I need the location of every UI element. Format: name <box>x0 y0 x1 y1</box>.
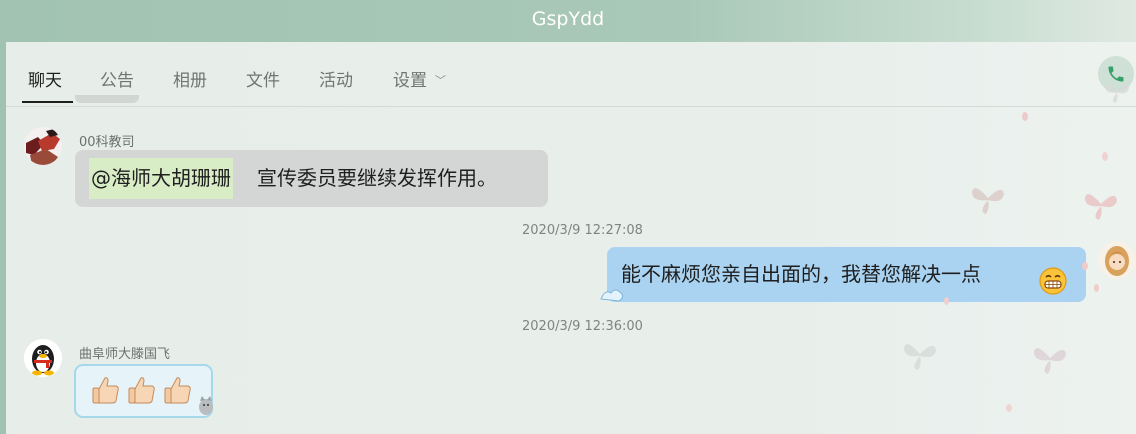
thumbs-up-icon <box>128 377 155 404</box>
window-title: GspYdd <box>0 0 1136 42</box>
message-bubble[interactable]: @海师大胡珊珊 宣传委员要继续发挥作用。 <box>75 150 548 207</box>
tab-settings-label: 设置 <box>393 71 427 91</box>
timestamp: 2020/3/9 12:27:08 <box>522 223 643 238</box>
butterfly-decoration-icon <box>1085 194 1117 220</box>
timestamp: 2020/3/9 12:36:00 <box>522 319 643 334</box>
mention-tag[interactable]: @海师大胡珊珊 <box>89 158 233 199</box>
tab-announcements[interactable]: 公告 <box>100 66 134 91</box>
chat-window: 聊天 公告 相册 文件 活动 设置 ﹀ 00科教司 @海师大胡珊珊 宣传委员要继续… <box>6 42 1136 434</box>
chevron-down-icon: ﹀ <box>435 74 446 87</box>
avatar[interactable] <box>1098 241 1136 279</box>
message-text: 能不麻烦您亲自出面的，我替您解决一点 <box>621 262 981 286</box>
avatar[interactable] <box>24 339 62 377</box>
petal-decoration <box>1102 152 1108 161</box>
butterfly-decoration-icon <box>972 188 1004 214</box>
butterfly-decoration-icon <box>1105 83 1129 103</box>
avatar[interactable] <box>24 127 62 165</box>
petal-decoration <box>1094 284 1099 292</box>
butterfly-decoration-icon <box>904 344 936 370</box>
sender-name: 00科教司 <box>79 135 135 150</box>
previous-message-edge <box>75 95 139 103</box>
thumbs-up-icon <box>164 377 191 404</box>
active-tab-underline <box>22 101 73 103</box>
bubble-cat-decoration-icon <box>199 396 213 415</box>
tab-album[interactable]: 相册 <box>173 66 207 91</box>
penguin-avatar-icon <box>24 339 62 377</box>
tab-chat[interactable]: 聊天 <box>28 66 62 91</box>
tab-bar: 聊天 公告 相册 文件 活动 设置 ﹀ <box>6 42 1136 107</box>
message-text: 宣传委员要继续发挥作用。 <box>257 166 497 190</box>
outgoing-message-bubble[interactable]: 能不麻烦您亲自出面的，我替您解决一点 <box>607 247 1086 302</box>
petal-decoration <box>1082 262 1088 270</box>
grin-emoji-icon <box>1039 261 1067 316</box>
thumbs-up-icon <box>92 377 119 404</box>
tab-activities[interactable]: 活动 <box>319 66 353 91</box>
petal-decoration <box>1006 404 1012 412</box>
sender-name: 曲阜师大滕国飞 <box>79 347 171 362</box>
butterfly-decoration-icon <box>1034 348 1066 374</box>
petal-decoration <box>1022 112 1028 121</box>
emoji-message-bubble[interactable] <box>74 364 213 418</box>
tab-files[interactable]: 文件 <box>246 66 280 91</box>
tab-settings[interactable]: 设置 ﹀ <box>393 66 446 91</box>
bubble-decoration-icon <box>600 289 624 302</box>
petal-decoration <box>944 297 949 305</box>
